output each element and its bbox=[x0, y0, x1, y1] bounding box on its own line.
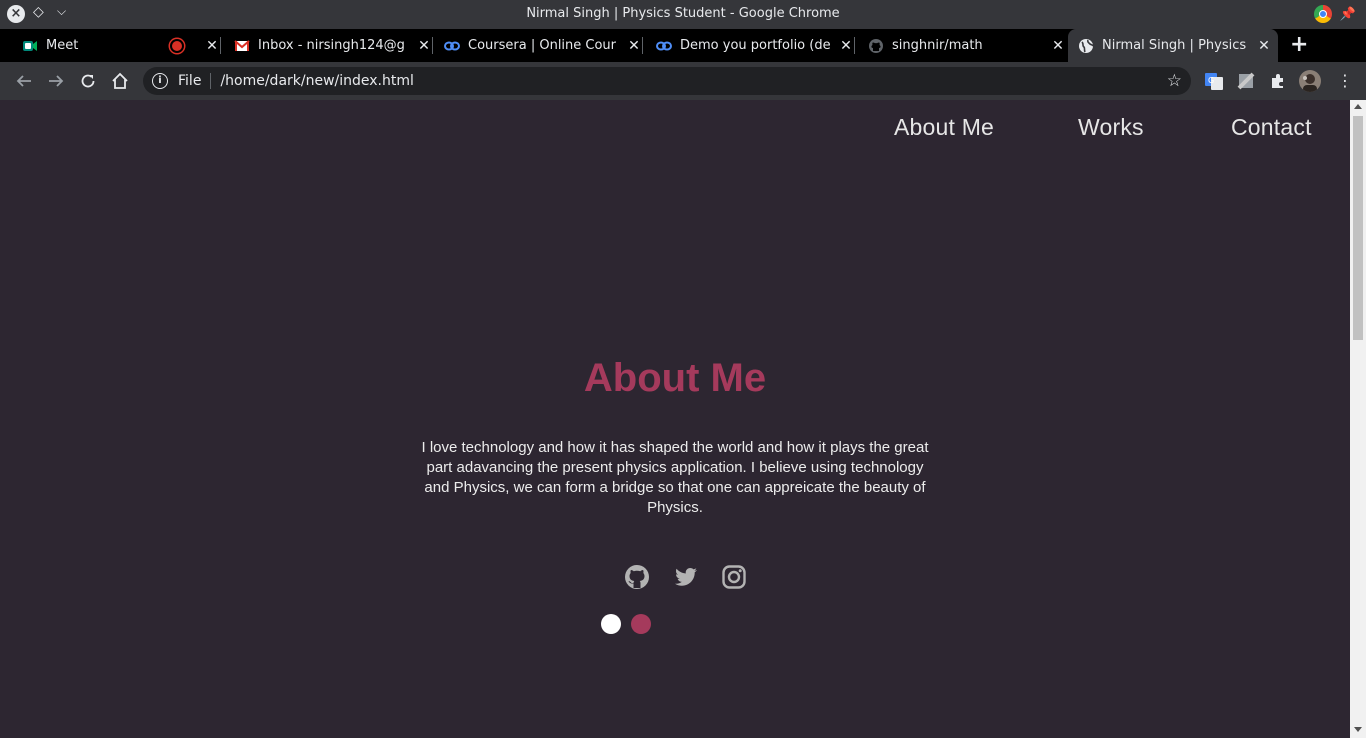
back-button[interactable] bbox=[13, 70, 35, 92]
chrome-logo-icon bbox=[1313, 5, 1332, 23]
home-icon bbox=[112, 72, 128, 89]
tab-separator bbox=[642, 37, 643, 54]
extensions-puzzle-icon[interactable] bbox=[1269, 72, 1287, 90]
tab-separator bbox=[432, 37, 433, 54]
about-paragraph: I love technology and how it has shaped … bbox=[421, 439, 929, 516]
home-button[interactable] bbox=[109, 70, 131, 92]
info-icon[interactable]: i bbox=[152, 73, 168, 89]
svg-text:G: G bbox=[1208, 76, 1214, 85]
tab-portfolio-active[interactable]: Nirmal Singh | Physics ✕ bbox=[1068, 29, 1278, 62]
meet-icon bbox=[22, 38, 38, 54]
coursera-icon bbox=[656, 38, 672, 54]
github-icon bbox=[868, 38, 884, 54]
reload-button[interactable] bbox=[77, 70, 99, 92]
window-titlebar: × ◇ ⌵ Nirmal Singh | Physics Student - G… bbox=[0, 0, 1366, 29]
new-tab-button[interactable]: + bbox=[1290, 32, 1308, 57]
window-title: Nirmal Singh | Physics Student - Google … bbox=[526, 6, 840, 21]
nav-contact-link[interactable]: Contact bbox=[1231, 114, 1312, 141]
scroll-up-arrow-icon[interactable] bbox=[1354, 104, 1362, 109]
close-tab-icon[interactable]: ✕ bbox=[204, 38, 220, 54]
omnibox-divider bbox=[210, 73, 212, 89]
theme-dot-light[interactable] bbox=[601, 614, 621, 634]
google-translate-icon[interactable]: G bbox=[1205, 72, 1223, 90]
reload-icon bbox=[81, 74, 95, 88]
tab-demo-portfolio[interactable]: Demo you portfolio (de ✕ bbox=[648, 29, 855, 62]
scrollbar-thumb[interactable] bbox=[1353, 116, 1363, 340]
gmail-icon bbox=[234, 38, 250, 54]
nav-about-link[interactable]: About Me bbox=[894, 114, 994, 141]
chrome-menu-icon[interactable]: ⋮ bbox=[1337, 72, 1353, 90]
pin-icon[interactable]: 📌 bbox=[1340, 7, 1356, 22]
profile-avatar[interactable] bbox=[1299, 70, 1321, 92]
address-bar[interactable]: i File /home/dark/new/index.html ☆ bbox=[143, 67, 1191, 95]
page-scrollbar[interactable] bbox=[1350, 100, 1366, 738]
nav-works-link[interactable]: Works bbox=[1078, 114, 1144, 141]
recording-indicator-icon bbox=[172, 40, 182, 51]
tab-strip: Meet ✕ Inbox - nirsingh124@g ✕ Coursera … bbox=[0, 29, 1366, 62]
about-heading: About Me bbox=[583, 356, 767, 400]
close-tab-icon[interactable]: ✕ bbox=[1256, 38, 1272, 54]
tab-separator bbox=[854, 37, 855, 54]
web-page: About Me Works Contact About Me I love t… bbox=[0, 100, 1350, 738]
scheme-label: File bbox=[178, 73, 202, 89]
tab-github[interactable]: singhnir/math ✕ bbox=[860, 29, 1066, 62]
tab-inbox[interactable]: Inbox - nirsingh124@g ✕ bbox=[226, 29, 433, 62]
tab-coursera[interactable]: Coursera | Online Cour ✕ bbox=[436, 29, 643, 62]
scroll-down-arrow-icon[interactable] bbox=[1354, 727, 1362, 732]
bookmark-star-icon[interactable]: ☆ bbox=[1167, 71, 1182, 91]
tab-meet[interactable]: Meet ✕ bbox=[14, 29, 221, 62]
theme-dot-accent[interactable] bbox=[631, 614, 651, 634]
forward-arrow-icon bbox=[49, 75, 64, 87]
twitter-icon[interactable] bbox=[673, 564, 699, 590]
close-tab-icon[interactable]: ✕ bbox=[626, 38, 642, 54]
forward-button[interactable] bbox=[45, 70, 67, 92]
url-text[interactable]: /home/dark/new/index.html bbox=[220, 73, 413, 89]
browser-toolbar: i File /home/dark/new/index.html ☆ G ⋮ bbox=[0, 62, 1366, 100]
extension-square-icon[interactable] bbox=[1237, 72, 1255, 90]
coursera-icon bbox=[444, 38, 460, 54]
close-tab-icon[interactable]: ✕ bbox=[838, 38, 854, 54]
github-icon[interactable] bbox=[624, 564, 650, 590]
globe-icon bbox=[1078, 38, 1094, 54]
instagram-icon[interactable] bbox=[721, 564, 747, 590]
tab-separator bbox=[220, 37, 221, 54]
close-tab-icon[interactable]: ✕ bbox=[1050, 38, 1066, 54]
close-tab-icon[interactable]: ✕ bbox=[416, 38, 432, 54]
back-arrow-icon bbox=[16, 75, 31, 87]
